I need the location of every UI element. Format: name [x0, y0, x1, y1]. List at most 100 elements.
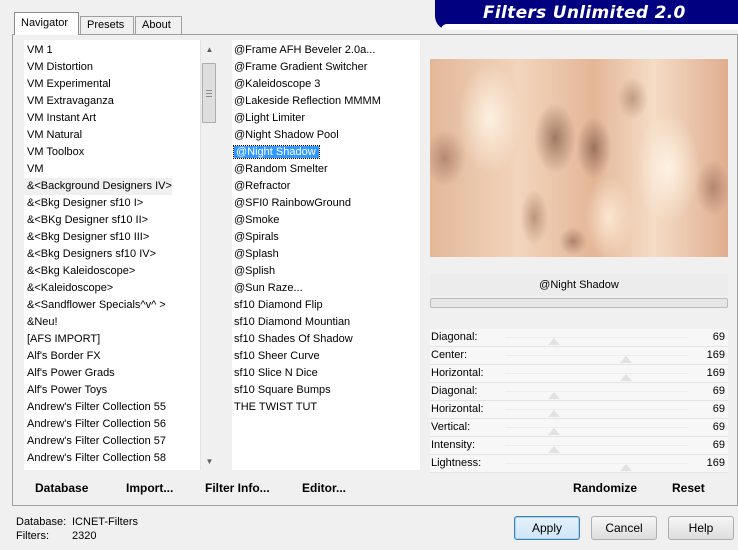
filter-item[interactable]: @SFI0 RainbowGround — [232, 195, 351, 212]
tab-about[interactable]: About — [135, 16, 182, 34]
category-item[interactable]: VM Experimental — [24, 76, 111, 93]
slider-track[interactable] — [505, 373, 688, 374]
title-banner: Filters Unlimited 2.0 — [435, 0, 738, 30]
filter-list[interactable]: @Frame AFH Beveler 2.0a... @Frame Gradien… — [232, 40, 420, 470]
help-button[interactable]: Help — [668, 516, 734, 540]
slider-thumb[interactable] — [548, 446, 561, 453]
filter-item[interactable]: sf10 Sheer Curve — [232, 348, 320, 365]
randomize-button[interactable]: Randomize — [573, 481, 637, 495]
tab-presets[interactable]: Presets — [80, 16, 134, 34]
filter-item[interactable]: sf10 Slice N Dice — [232, 365, 318, 382]
slider-track[interactable] — [505, 409, 688, 410]
filter-item[interactable]: @Lakeside Reflection MMMM — [232, 93, 381, 110]
category-item[interactable]: Andrew's Filter Collection 58 — [24, 450, 166, 467]
filter-item[interactable]: @Light Limiter — [232, 110, 305, 127]
slider-thumb[interactable] — [619, 374, 632, 381]
filter-item[interactable]: sf10 Diamond Flip — [232, 297, 323, 314]
slider-thumb[interactable] — [548, 428, 561, 435]
filter-item[interactable]: @Night Shadow Pool — [232, 127, 339, 144]
filter-item[interactable]: sf10 Diamond Mountian — [232, 314, 350, 331]
category-item[interactable]: Andrew's Filter Collection 55 — [24, 399, 166, 416]
slider-thumb[interactable] — [619, 356, 632, 363]
category-item[interactable]: VM Toolbox — [24, 144, 84, 161]
slider-track[interactable] — [505, 427, 688, 428]
slider-track[interactable] — [505, 391, 688, 392]
category-item[interactable]: Andrew's Filter Collection 56 — [24, 416, 166, 433]
slider-value: 69 — [712, 331, 725, 343]
category-item[interactable]: &<Background Designers IV> — [24, 178, 172, 195]
category-item[interactable]: VM Natural — [24, 127, 82, 144]
filter-item[interactable]: @Refractor — [232, 178, 290, 195]
filter-item[interactable]: sf10 Shades Of Shadow — [232, 331, 353, 348]
filter-item[interactable]: @Frame AFH Beveler 2.0a... — [232, 42, 375, 59]
category-list[interactable]: VM 1 VM Distortion VM Experimental VM Extra… — [24, 40, 200, 470]
filters-count-value: 2320 — [72, 530, 97, 542]
scroll-down-arrow-icon[interactable]: ▼ — [201, 453, 218, 470]
category-item[interactable]: &<Bkg Designer sf10 III> — [24, 229, 149, 246]
category-item[interactable]: VM Instant Art — [24, 110, 96, 127]
slider-value: 169 — [706, 367, 725, 379]
slider-value: 69 — [712, 421, 725, 433]
slider-thumb[interactable] — [548, 392, 561, 399]
category-item[interactable]: &<BKg Designer sf10 II> — [24, 212, 148, 229]
slider-track[interactable] — [505, 463, 688, 464]
effect-name-label: @Night Shadow — [430, 274, 728, 296]
slider-value: 69 — [712, 403, 725, 415]
category-item[interactable]: Alf's Power Toys — [24, 382, 107, 399]
slider-label: Horizontal: — [431, 367, 484, 379]
database-button[interactable]: Database — [35, 481, 88, 495]
filter-item[interactable]: @Splish — [232, 263, 275, 280]
slider-value: 69 — [712, 385, 725, 397]
scroll-up-arrow-icon[interactable]: ▲ — [201, 41, 218, 58]
slider-label: Diagonal: — [431, 385, 478, 397]
slider-label: Center: — [431, 349, 468, 361]
slider-thumb[interactable] — [548, 410, 561, 417]
category-item[interactable]: &<Bkg Designer sf10 I> — [24, 195, 143, 212]
category-item[interactable]: Alf's Border FX — [24, 348, 101, 365]
filter-item[interactable]: @Sun Raze... — [232, 280, 303, 297]
filter-item[interactable]: @Kaleidoscope 3 — [232, 76, 320, 93]
filter-item[interactable]: @Frame Gradient Switcher — [232, 59, 367, 76]
category-item[interactable]: &<Kaleidoscope> — [24, 280, 113, 297]
category-item[interactable]: [AFS IMPORT] — [24, 331, 100, 348]
import-button[interactable]: Import... — [126, 481, 173, 495]
filter-info-button[interactable]: Filter Info... — [205, 481, 270, 495]
category-item[interactable]: VM Extravaganza — [24, 93, 114, 110]
category-item[interactable]: VM Distortion — [24, 59, 93, 76]
filters-count-label: Filters: — [16, 530, 49, 542]
reset-button[interactable]: Reset — [672, 481, 705, 495]
category-item[interactable]: Andrew's Filter Collection 57 — [24, 433, 166, 450]
filter-item[interactable]: sf10 Square Bumps — [232, 382, 331, 399]
scroll-thumb[interactable] — [202, 63, 216, 123]
slider-row: Vertical: 69 — [430, 419, 728, 437]
category-item[interactable]: &<Sandflower Specials^v^ > — [24, 297, 166, 314]
editor-button[interactable]: Editor... — [302, 481, 346, 495]
filter-item[interactable]: @Smoke — [232, 212, 279, 229]
category-item[interactable]: &<Bkg Kaleidoscope> — [24, 263, 135, 280]
filter-item[interactable]: @Splash — [232, 246, 279, 263]
cancel-button[interactable]: Cancel — [591, 516, 657, 540]
category-scrollbar[interactable]: ▲ ▼ — [200, 40, 217, 470]
category-item[interactable]: VM 1 — [24, 42, 53, 59]
effect-preview-image — [430, 59, 728, 257]
slider-row: Intensity: 69 — [430, 437, 728, 455]
slider-track[interactable] — [505, 445, 688, 446]
category-item[interactable]: VM — [24, 161, 44, 178]
filter-item[interactable]: THE TWIST TUT — [232, 399, 317, 416]
slider-thumb[interactable] — [619, 464, 632, 471]
filter-item[interactable]: @Night Shadow — [232, 144, 320, 161]
category-item[interactable]: &<Bkg Designers sf10 IV> — [24, 246, 156, 263]
category-item[interactable]: &Neu! — [24, 314, 58, 331]
filter-item[interactable]: @Random Smelter — [232, 161, 328, 178]
slider-label: Lightness: — [431, 457, 482, 469]
category-item[interactable]: Alf's Power Grads — [24, 365, 115, 382]
slider-value: 169 — [706, 349, 725, 361]
slider-row: Diagonal: 69 — [430, 383, 728, 401]
slider-track[interactable] — [505, 337, 688, 338]
slider-track[interactable] — [505, 355, 688, 356]
filter-item[interactable]: @Spirals — [232, 229, 279, 246]
slider-row: Center: 169 — [430, 347, 728, 365]
apply-button[interactable]: Apply — [514, 516, 580, 540]
slider-thumb[interactable] — [548, 338, 561, 345]
tab-navigator[interactable]: Navigator — [14, 12, 79, 35]
